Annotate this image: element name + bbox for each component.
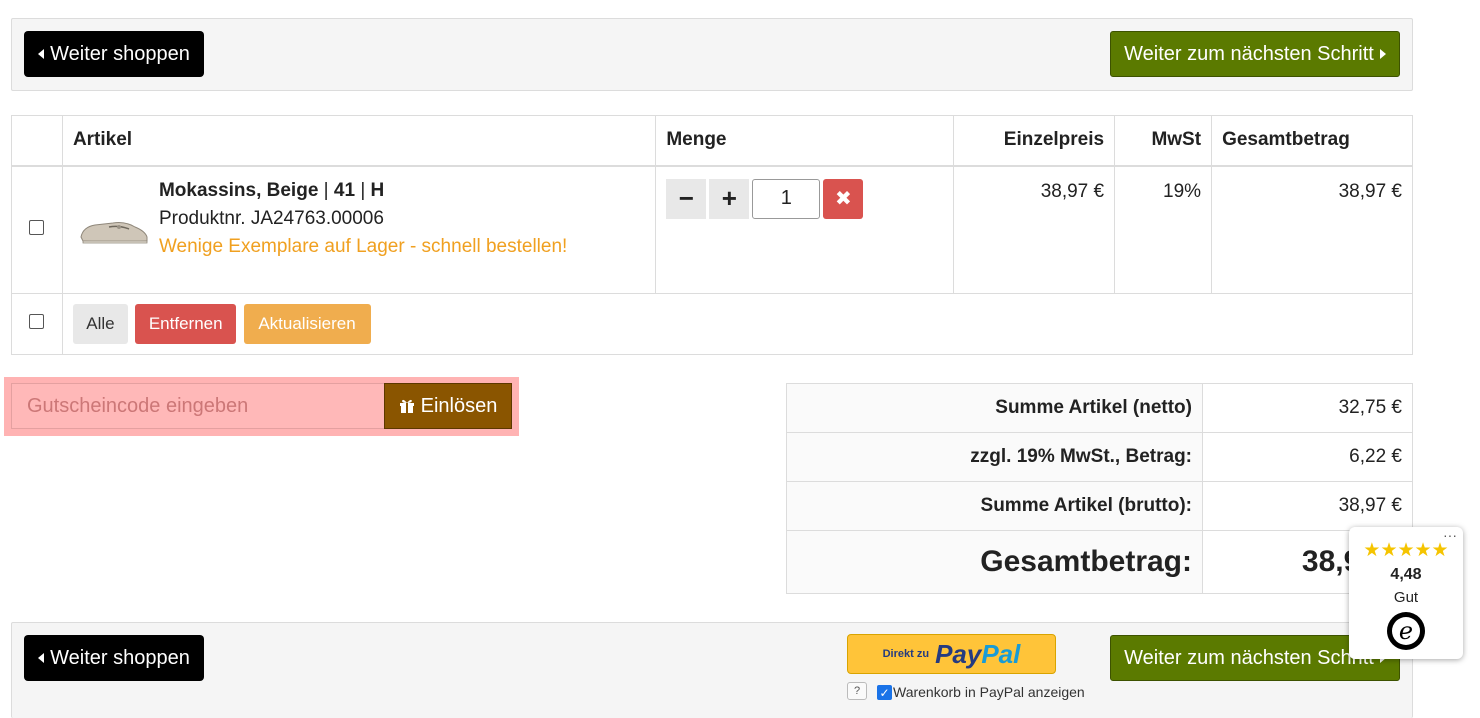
bottom-action-bar: Weiter shoppen Direkt zu Pay Pal ? ✓ Ware…: [11, 622, 1413, 718]
net-value: 32,75 €: [1202, 383, 1413, 433]
row-checkbox[interactable]: [29, 219, 45, 235]
product-width: H: [370, 179, 385, 201]
redeem-label: Einlösen: [420, 394, 498, 417]
caret-left-icon: [38, 49, 45, 59]
trusted-shops-logo-icon: e: [1387, 612, 1425, 650]
unit-price-header: Einzelpreis: [953, 115, 1116, 167]
total-header: Gesamtbetrag: [1211, 115, 1413, 167]
remove-button[interactable]: Entfernen: [135, 304, 237, 344]
caret-left-icon: [38, 653, 45, 663]
show-cart-in-paypal-checkbox[interactable]: ✓: [877, 685, 892, 700]
vat-cell: 19%: [1114, 165, 1213, 294]
table-row: Mokassins, Beige | 41 | H Produktnr. JA2…: [11, 165, 1413, 294]
next-step-label: Weiter zum nächsten Schritt: [1124, 646, 1374, 669]
paypal-help-button[interactable]: ?: [847, 682, 867, 700]
cart-actions-row: Alle Entfernen Aktualisieren: [11, 293, 1414, 355]
redeem-button[interactable]: Einlösen: [384, 383, 512, 429]
rating-stars: ★★★★★: [1363, 540, 1449, 561]
vat-value: 6,22 €: [1202, 432, 1413, 482]
voucher-form: Gutscheincode eingeben Einlösen: [4, 377, 519, 436]
vat-header: MwSt: [1114, 115, 1213, 167]
product-number: Produktnr. JA24763.00006: [158, 207, 384, 229]
continue-shopping-label: Weiter shoppen: [50, 42, 190, 65]
net-label: Summe Artikel (netto): [786, 383, 1203, 433]
paypal-direct-label: Direkt zu: [882, 648, 930, 660]
caret-right-icon: [1379, 49, 1386, 59]
select-all-checkbox[interactable]: [29, 314, 45, 329]
continue-shopping-button[interactable]: Weiter shoppen: [24, 31, 204, 77]
summary-row-net: Summe Artikel (netto) 32,75 €: [786, 383, 1413, 433]
select-all-cell: [11, 293, 63, 355]
select-header: [11, 115, 63, 167]
unit-price-cell: 38,97 €: [953, 165, 1116, 294]
total-cell: 38,97 €: [1211, 165, 1413, 294]
update-button[interactable]: Aktualisieren: [243, 304, 371, 344]
rating-word: Gut: [1393, 589, 1419, 606]
gross-value: 38,97 €: [1202, 481, 1413, 531]
article-cell: Mokassins, Beige | 41 | H Produktnr. JA2…: [61, 165, 657, 294]
continue-shopping-button[interactable]: Weiter shoppen: [24, 635, 204, 681]
paypal-logo-pal: Pal: [981, 638, 1021, 669]
quantity-increase-button[interactable]: +: [709, 178, 750, 219]
trusted-shops-logo-letter: e: [1392, 617, 1420, 645]
voucher-input[interactable]: Gutscheincode eingeben: [11, 383, 385, 429]
trusted-shops-badge[interactable]: ··· ★★★★★ 4,48 Gut e: [1349, 527, 1463, 659]
product-title[interactable]: Mokassins, Beige: [159, 180, 318, 201]
summary-row-gross: Summe Artikel (brutto): 38,97 €: [786, 481, 1413, 531]
separator: |: [323, 179, 329, 201]
summary-row-vat: zzgl. 19% MwSt., Betrag: 6,22 €: [786, 432, 1413, 482]
stock-note: Wenige Exemplare auf Lager - schnell bes…: [158, 235, 568, 257]
top-action-bar: Weiter shoppen Weiter zum nächsten Schri…: [11, 18, 1413, 91]
product-image[interactable]: [72, 176, 153, 285]
show-cart-in-paypal-label[interactable]: Warenkorb in PayPal anzeigen: [893, 684, 1085, 700]
next-step-label: Weiter zum nächsten Schritt: [1124, 42, 1374, 65]
paypal-express-button[interactable]: Direkt zu Pay Pal: [847, 634, 1056, 674]
quantity-decrease-button[interactable]: −: [666, 178, 707, 219]
cart-header-row: Artikel Menge Einzelpreis MwSt Gesamtbet…: [11, 115, 1413, 167]
continue-shopping-label: Weiter shoppen: [50, 646, 190, 669]
grand-total-label: Gesamtbetrag:: [786, 530, 1203, 594]
order-summary: Summe Artikel (netto) 32,75 € zzgl. 19% …: [786, 383, 1413, 594]
quantity-cell: − + 1 ✖: [655, 165, 955, 294]
article-header: Artikel: [61, 115, 657, 167]
select-all-button[interactable]: Alle: [72, 304, 128, 344]
gift-icon: [399, 399, 414, 413]
quantity-input[interactable]: 1: [752, 178, 821, 219]
cart-table: Artikel Menge Einzelpreis MwSt Gesamtbet…: [11, 115, 1414, 355]
rating-score: 4,48: [1390, 566, 1422, 583]
summary-row-total: Gesamtbetrag: 38,97 €: [786, 530, 1413, 594]
quantity-header: Menge: [655, 115, 955, 167]
paypal-logo-pay: Pay: [935, 638, 982, 669]
vat-label: zzgl. 19% MwSt., Betrag:: [786, 432, 1203, 482]
row-select-cell: [11, 165, 63, 294]
separator: |: [360, 179, 366, 201]
shoe-icon: [80, 221, 148, 243]
bulk-actions-cell: Alle Entfernen Aktualisieren: [61, 293, 1414, 355]
next-step-button[interactable]: Weiter zum nächsten Schritt: [1110, 31, 1400, 77]
gross-label: Summe Artikel (brutto):: [786, 481, 1203, 531]
delete-item-button[interactable]: ✖: [823, 178, 864, 219]
product-size: 41: [333, 179, 356, 201]
